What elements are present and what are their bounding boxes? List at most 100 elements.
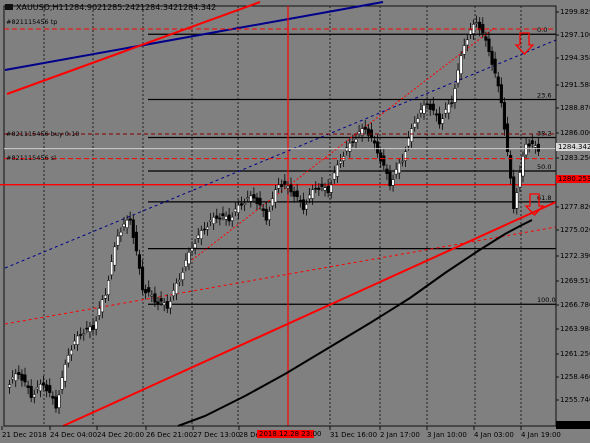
time-label-8: 3 Jan 10:00 [427,431,467,439]
fib-label-50.0: 50.0 [537,163,551,171]
candle-body-129 [406,137,411,147]
candle-body-54 [175,282,179,295]
price-label-14: 1261.256 [560,350,590,358]
candle-body-12 [45,384,49,392]
candle-body-47 [153,293,157,303]
candle-body-20 [69,349,73,355]
red-line-price-value: 1280.253 [558,175,590,183]
candle-body-46 [150,294,154,297]
candle-body-102 [323,187,327,191]
price-label-15: 1258.460 [560,373,590,381]
candle-body-165 [518,172,522,188]
candle-body-91 [289,184,293,193]
candle-body-67 [215,215,219,219]
candle-body-90 [286,185,290,189]
candle-body-3 [17,372,21,375]
candle-body-22 [76,335,80,345]
candle-body-39 [128,218,132,221]
chart-header: XAUUSD,H1 1284.902 1285.242 1284.342 128… [5,3,216,12]
candle-body-141 [444,109,448,114]
candle-body-163 [512,176,516,210]
candle-body-156 [490,50,494,65]
candle-body-26 [88,326,92,333]
candle-body-59 [190,248,194,252]
candle-body-10 [38,384,43,392]
candle-body-118 [372,140,377,144]
candle-body-24 [82,333,86,335]
candle-body-56 [181,272,185,280]
price-label-6: 1283.256 [560,154,590,162]
candle-body-60 [193,243,197,249]
symbol-icon [5,4,13,10]
candle-body-18 [63,364,67,382]
price-label-2: 1294.358 [560,54,590,62]
candle-body-15 [54,396,58,409]
candle-body-157 [493,58,497,74]
candle-body-120 [379,152,383,162]
price-label-1: 1297.100 [560,31,590,39]
red-line-price-tag: 1280.253 [556,175,590,183]
candle-body-148 [465,39,469,46]
time-label-6: 31 Dec 16:00 [330,431,377,439]
price-label-10: 1272.390 [560,252,590,260]
candle-body-64 [205,226,210,230]
candle-body-169 [530,140,534,145]
candle-body-25 [85,327,89,330]
candle-body-65 [209,219,213,222]
candle-body-57 [184,260,188,267]
time-label-9: 4 Jan 03:00 [474,431,514,439]
candle-body-8 [32,394,36,398]
candle-body-137 [431,103,435,111]
time-highlight-tag: 2018.12.28 23:00 [257,430,321,438]
candle-body-52 [168,301,172,309]
candle-body-13 [48,385,52,393]
candle-body-84 [267,211,271,220]
candle-body-146 [459,55,463,74]
chart-window[interactable]: 0.0 23.6 38.2 50.0 61.8 100.0 XAUUSD,H1 1284.… [0,0,590,443]
chart-low: 1284.342 [140,3,178,12]
candle-body-41 [134,231,138,252]
candle-body-36 [119,231,123,236]
price-chart-canvas[interactable]: 0.023.638.250.061.8100.0 XAUUSD,H1 1284.… [0,0,590,443]
price-label-13: 1263.988 [560,325,590,333]
candle-body-166 [521,156,525,177]
candle-body-11 [42,382,46,386]
candle-body-131 [413,122,417,128]
candle-body-7 [29,386,33,398]
candle-body-21 [72,340,77,345]
price-label-5: 1286.006 [560,129,590,137]
fib-label-23.6: 23.6 [537,92,551,100]
candle-body-77 [246,197,250,199]
candle-body-17 [60,377,64,390]
candle-body-128 [403,151,408,161]
candle-body-76 [243,203,247,205]
candle-body-147 [462,45,466,55]
time-highlight-value: 2018.12.28 23:00 [259,430,321,438]
chart-open: 1284.902 [64,3,102,12]
chart-high: 1285.242 [102,3,140,12]
price-label-0: 1299.829 [560,8,590,16]
candle-body-160 [502,102,506,130]
candle-body-37 [122,223,126,227]
candle-body-110 [348,142,352,152]
price-label-3: 1291.588 [560,81,590,89]
candle-body-43 [140,266,145,291]
candle-body-155 [487,38,491,52]
candle-body-151 [475,22,479,24]
candle-body-126 [397,162,401,174]
candle-body-29 [97,308,101,316]
candle-body-95 [301,199,305,210]
candle-body-89 [283,180,287,185]
candle-body-63 [202,228,206,231]
candle-body-92 [292,191,296,197]
price-label-4: 1288.870 [560,104,590,112]
time-label-7: 2 Jan 17:00 [380,431,420,439]
price-label-11: 1269.510 [560,277,590,285]
candle-body-106 [335,164,339,177]
candle-body-49 [159,298,163,302]
bottom-price-value: 1252.949 [558,421,590,429]
candle-body-119 [376,141,380,154]
candle-body-85 [270,198,275,207]
tp-label: #821115456 tp [6,18,57,26]
candle-body-154 [484,36,488,41]
